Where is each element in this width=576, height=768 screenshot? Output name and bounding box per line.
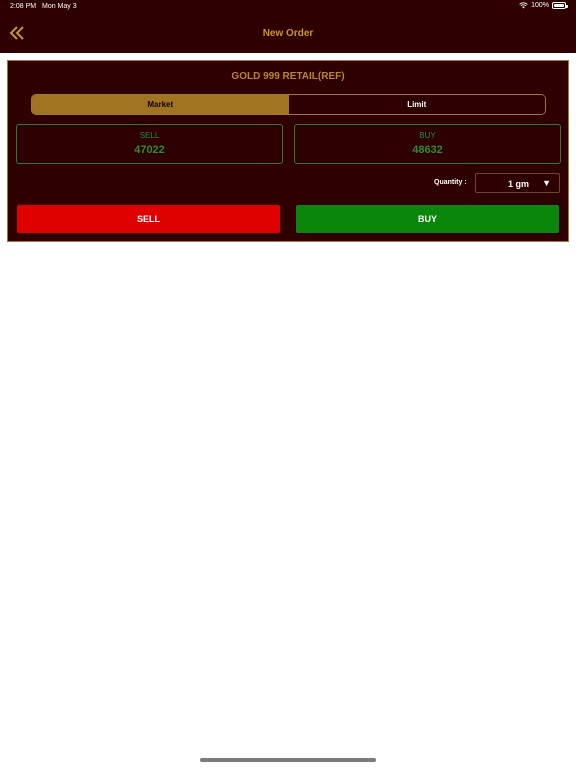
quantity-value: 1 gm — [508, 179, 530, 189]
battery-icon — [552, 2, 568, 9]
tab-limit[interactable]: Limit — [288, 95, 545, 114]
nav-bar: New Order — [0, 14, 576, 53]
status-bar: 2:08 PM Mon May 3 100% — [0, 0, 576, 14]
status-time: 2:08 PM — [10, 3, 37, 10]
sell-price-value: 47022 — [134, 144, 165, 156]
tab-market[interactable]: Market — [32, 95, 289, 114]
status-right: 100% — [519, 2, 568, 9]
order-type-segment: Market Limit — [31, 94, 546, 115]
sell-price-label: SELL — [139, 131, 160, 140]
top-bar: 2:08 PM Mon May 3 100% New Order — [0, 0, 576, 53]
page-title: New Order — [262, 28, 314, 39]
buy-price-box: BUY 48632 — [294, 124, 561, 164]
order-panel: GOLD 999 RETAIL(REF) Market Limit SELL 4… — [7, 60, 569, 242]
wifi-icon — [519, 2, 528, 9]
status-date: Mon May 3 — [42, 3, 77, 10]
buy-button[interactable]: BUY — [296, 205, 559, 233]
home-indicator[interactable] — [200, 758, 376, 762]
buy-price-value: 48632 — [412, 144, 443, 156]
buy-price-label: BUY — [419, 131, 436, 140]
instrument-title: GOLD 999 RETAIL(REF) — [231, 71, 345, 82]
quantity-dropdown[interactable]: 1 gm ▼ — [475, 173, 560, 193]
battery-percent: 100% — [531, 2, 549, 9]
sell-price-box: SELL 47022 — [16, 124, 283, 164]
dropdown-arrow-icon: ▼ — [542, 178, 551, 188]
sell-button[interactable]: SELL — [17, 205, 280, 233]
quantity-label: Quantity : — [434, 179, 467, 186]
app-root: 2:08 PM Mon May 3 100% New Order GOLD 99… — [0, 0, 576, 768]
